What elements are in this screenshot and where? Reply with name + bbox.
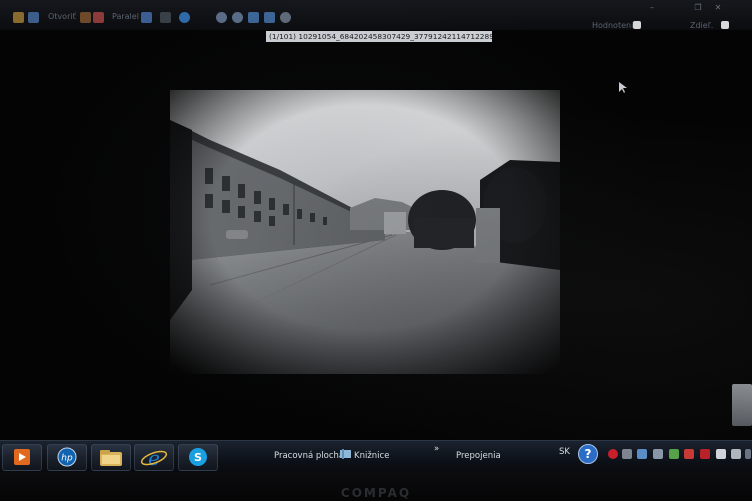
- play-icon: [14, 449, 30, 465]
- info-icon[interactable]: [160, 12, 171, 23]
- zoom-in-icon[interactable]: [216, 12, 227, 23]
- media-player-button[interactable]: [2, 444, 42, 471]
- slideshow-icon[interactable]: [141, 12, 152, 23]
- skype-button[interactable]: S: [178, 444, 218, 471]
- fullscreen-icon[interactable]: [264, 12, 275, 23]
- toolbar-overflow-chevron[interactable]: »: [434, 444, 439, 454]
- folder-icon: [100, 450, 122, 466]
- rotate-icon[interactable]: [93, 12, 104, 23]
- tools-label[interactable]: Paralel: [112, 12, 139, 21]
- volume-tray-icon[interactable]: [653, 449, 663, 459]
- file-name-caption: (1/101) 10291054_684202458307429_3779124…: [266, 31, 492, 42]
- side-thumbnail-icon[interactable]: [732, 384, 752, 426]
- street-photo: [170, 90, 560, 374]
- clipboard-tray-icon[interactable]: [731, 449, 741, 459]
- share-edit-icon[interactable]: [721, 21, 729, 29]
- taskbar: hp e S Pracovná plocha Knižnice » Prepoj…: [0, 440, 752, 473]
- screen: – ❐ ✕ Otvoriť Paralel Hodnotenie Zdieľ. …: [0, 0, 752, 501]
- search-icon[interactable]: [280, 12, 291, 23]
- hp-button[interactable]: hp: [47, 444, 87, 471]
- libraries-label[interactable]: Knižnice: [354, 451, 389, 461]
- zoom-out-icon[interactable]: [232, 12, 243, 23]
- filmstrip-icon[interactable]: [80, 12, 91, 23]
- internet-explorer-button[interactable]: e: [134, 444, 174, 471]
- restore-icon[interactable]: ❐: [692, 3, 704, 13]
- wifi-tray-icon[interactable]: [669, 449, 679, 459]
- network-tray-icon[interactable]: [637, 449, 647, 459]
- help-label: ?: [584, 447, 592, 461]
- adobe-tray-icon[interactable]: [700, 449, 710, 459]
- desktop-toolbar-label[interactable]: Pracovná plocha: [274, 451, 344, 461]
- show-desktop-icon[interactable]: [745, 449, 751, 459]
- minimize-icon[interactable]: –: [646, 3, 658, 13]
- share-label[interactable]: Zdieľ.: [690, 21, 713, 30]
- folder-icon[interactable]: [13, 12, 24, 23]
- svg-text:e: e: [148, 446, 160, 470]
- language-indicator[interactable]: SK: [559, 447, 570, 457]
- fit-window-icon[interactable]: [248, 12, 259, 23]
- rating-label[interactable]: Hodnotenie: [592, 21, 638, 30]
- explorer-button[interactable]: [91, 444, 131, 471]
- photo-viewport[interactable]: [170, 90, 560, 374]
- svg-text:hp: hp: [61, 454, 73, 464]
- connections-label[interactable]: Prepojenia: [456, 451, 501, 461]
- viewer-toolbar: – ❐ ✕ Otvoriť Paralel Hodnotenie Zdieľ.: [0, 0, 752, 30]
- printer-tray-icon[interactable]: [622, 449, 632, 459]
- close-icon[interactable]: ✕: [712, 3, 724, 13]
- skype-icon: S: [189, 448, 207, 466]
- internet-explorer-icon: e: [140, 446, 168, 470]
- monitor-brand-logo: COMPAQ: [340, 486, 412, 500]
- help-button[interactable]: ?: [578, 444, 598, 464]
- libraries-icon: [340, 449, 351, 459]
- rating-edit-icon[interactable]: [633, 21, 641, 29]
- open-label[interactable]: Otvoriť: [48, 12, 76, 21]
- save-icon[interactable]: [28, 12, 39, 23]
- flag-tray-icon[interactable]: [684, 449, 694, 459]
- hp-logo-icon: hp: [57, 447, 77, 467]
- mouse-cursor-icon: [619, 82, 627, 93]
- svg-text:S: S: [194, 451, 202, 464]
- antivirus-tray-icon[interactable]: [608, 449, 618, 459]
- globe-icon[interactable]: [179, 12, 190, 23]
- battery-tray-icon[interactable]: [716, 449, 726, 459]
